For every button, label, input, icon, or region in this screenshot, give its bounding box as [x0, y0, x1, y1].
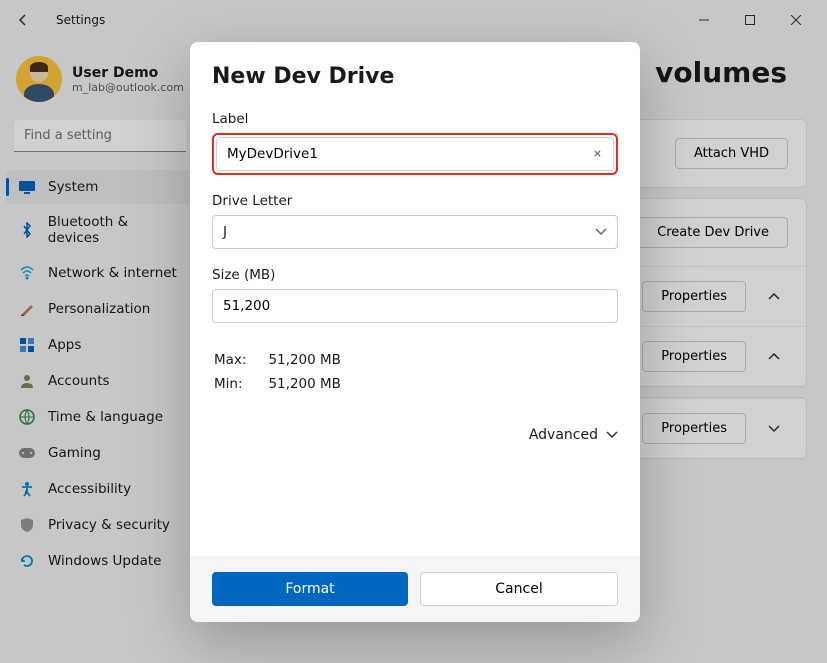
clear-icon[interactable]: ✕ [593, 148, 602, 161]
label-field-label: Label [212, 111, 618, 127]
chevron-down-icon [595, 228, 607, 236]
size-input[interactable] [212, 289, 618, 323]
advanced-toggle[interactable]: Advanced [212, 427, 618, 443]
size-label: Size (MB) [212, 267, 618, 283]
drive-letter-value: J [223, 224, 227, 240]
dialog-footer: Format Cancel [190, 556, 640, 622]
drive-letter-select[interactable]: J [212, 215, 618, 249]
min-value: 51,200 MB [268, 373, 360, 395]
chevron-down-icon [606, 431, 618, 439]
new-dev-drive-dialog: New Dev Drive Label ✕ Drive Letter J Siz… [190, 42, 640, 622]
cancel-button[interactable]: Cancel [420, 572, 618, 606]
drive-letter-label: Drive Letter [212, 193, 618, 209]
size-limits: Max:51,200 MB Min:51,200 MB [212, 347, 363, 397]
min-label: Min: [214, 373, 266, 395]
label-input[interactable] [216, 137, 614, 171]
label-field-wrap: ✕ [212, 133, 618, 175]
format-button[interactable]: Format [212, 572, 408, 606]
max-value: 51,200 MB [268, 349, 360, 371]
dialog-title: New Dev Drive [212, 64, 618, 89]
advanced-label: Advanced [529, 427, 598, 443]
max-label: Max: [214, 349, 266, 371]
